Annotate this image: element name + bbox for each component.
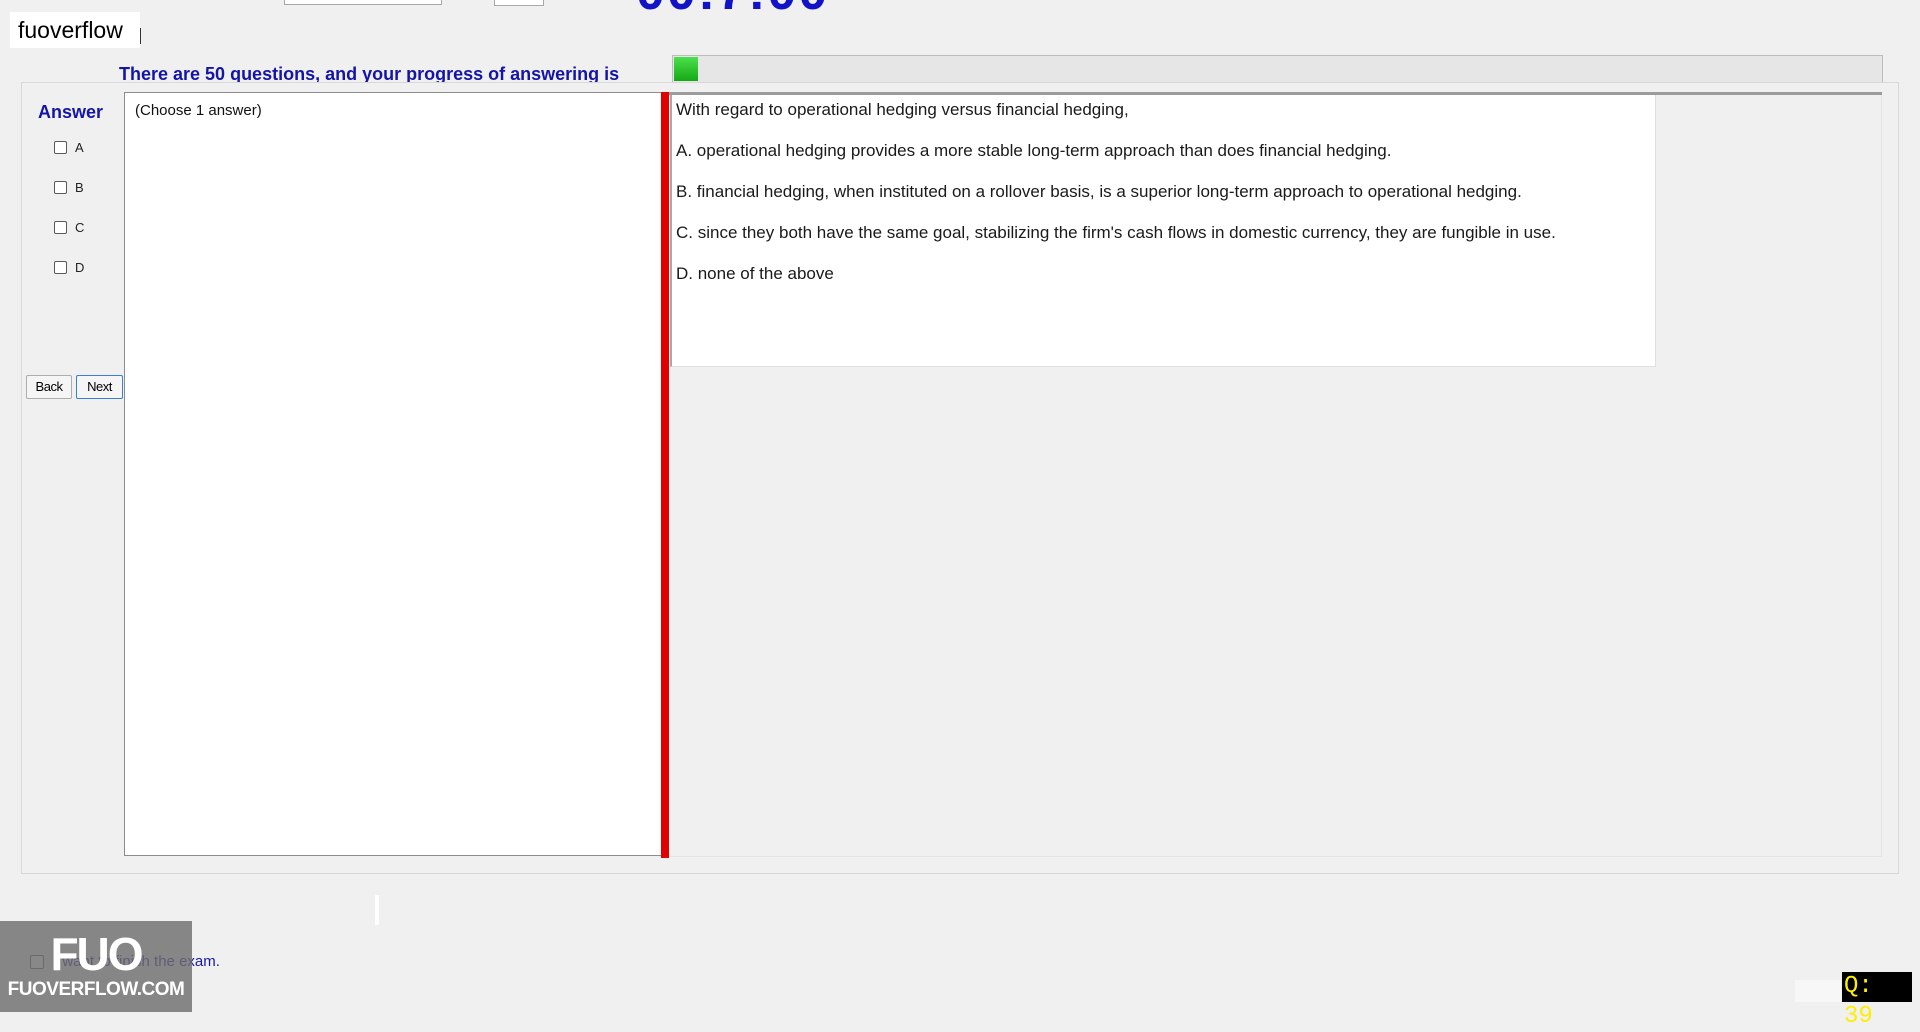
option-a-label: A [75, 139, 84, 155]
checkbox-box[interactable] [54, 260, 67, 274]
countdown-timer: 00:7:00 [636, 0, 936, 16]
option-c-checkbox[interactable]: C [54, 217, 114, 237]
question-stem: With regard to operational hedging versu… [676, 100, 1129, 119]
bottom-divider-mark [375, 895, 379, 925]
progress-bar [672, 55, 1883, 83]
top-spin-box[interactable] [494, 0, 544, 6]
question-text-box: With regard to operational hedging versu… [670, 95, 1656, 367]
logo-mark: FUO [50, 928, 143, 980]
pane-splitter[interactable] [661, 92, 669, 858]
text-caret [140, 28, 141, 44]
fuoverflow-logo: FUO FUOVERFLOW.COM [0, 921, 192, 1012]
answer-heading: Answer [38, 102, 104, 122]
checkbox-box[interactable] [54, 180, 67, 194]
checkbox-box[interactable] [54, 140, 67, 154]
option-a-checkbox[interactable]: A [54, 137, 114, 157]
choice-a-text: A. operational hedging provides a more s… [676, 141, 1392, 160]
choice-c-text: C. since they both have the same goal, s… [676, 223, 1556, 242]
answer-text-pane[interactable] [124, 92, 664, 856]
option-b-label: B [75, 179, 84, 195]
next-button[interactable]: Next [76, 375, 123, 399]
back-button[interactable]: Back [26, 375, 72, 399]
option-d-checkbox[interactable]: D [54, 257, 114, 277]
question-jump-input[interactable] [1795, 980, 1841, 1002]
logo-text: FUOVERFLOW.COM [7, 979, 185, 1000]
brand-watermark-label: fuoverflow [10, 12, 140, 48]
option-b-checkbox[interactable]: B [54, 177, 114, 197]
progress-bar-fill [674, 57, 699, 81]
checkbox-box[interactable] [54, 220, 67, 234]
option-d-label: D [75, 259, 85, 275]
option-c-label: C [75, 219, 85, 235]
choose-hint: (Choose 1 answer) [135, 102, 262, 119]
choice-b-text: B. financial hedging, when instituted on… [676, 182, 1522, 201]
choice-d-text: D. none of the above [676, 264, 834, 283]
question-counter-badge: Q: 39 [1842, 972, 1912, 1030]
top-combo-box[interactable] [284, 0, 442, 5]
